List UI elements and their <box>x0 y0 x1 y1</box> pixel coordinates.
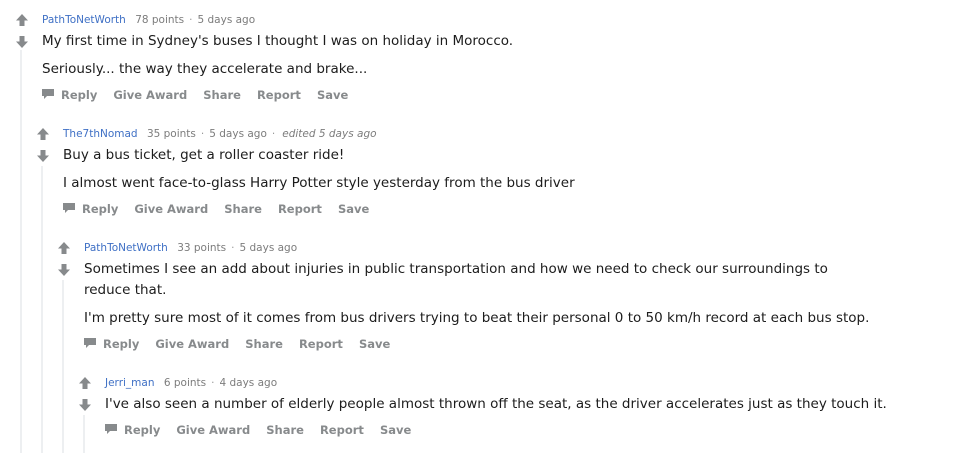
upvote-arrow-icon[interactable] <box>36 127 50 141</box>
give-award-button[interactable]: Give Award <box>113 87 187 103</box>
timestamp[interactable]: 4 days ago <box>219 377 277 389</box>
report-button[interactable]: Report <box>257 87 301 103</box>
report-button[interactable]: Report <box>278 201 322 217</box>
comment: The7thNomad 35 points · 5 days ago · edited … <box>33 127 933 227</box>
share-button[interactable]: Share <box>266 422 304 438</box>
upvote-arrow-icon[interactable] <box>78 376 92 390</box>
comment-paragraph: Seriously... the way they accelerate and… <box>42 61 368 77</box>
save-button[interactable]: Save <box>359 336 390 352</box>
share-button[interactable]: Share <box>224 201 262 217</box>
give-award-button[interactable]: Give Award <box>134 201 208 217</box>
save-button[interactable]: Save <box>317 87 348 103</box>
comment-icon <box>84 338 96 348</box>
points: 78 points <box>135 14 185 26</box>
comment-paragraph: I almost went face-to-glass Harry Potter… <box>63 175 575 191</box>
give-award-button[interactable]: Give Award <box>176 422 250 438</box>
comment-meta: PathToNetWorth 78 points · 5 days ago <box>42 13 255 27</box>
edited-label: edited 5 days ago <box>282 128 377 140</box>
comment-paragraph: My first time in Sydney's buses I though… <box>42 33 514 49</box>
comment: Jerri_man 6 points · 4 days ago I've also … <box>75 376 945 453</box>
comment-body: I've also seen a number of elderly peopl… <box>105 394 935 415</box>
upvote-arrow-icon[interactable] <box>15 13 29 27</box>
author-link[interactable]: PathToNetWorth <box>84 242 168 254</box>
separator-dot: · <box>231 242 235 254</box>
comment-meta: The7thNomad 35 points · 5 days ago · edited … <box>63 127 377 141</box>
upvote-arrow-icon[interactable] <box>57 241 71 255</box>
points: 33 points <box>177 242 227 254</box>
comment-actions: Reply Give Award Share Report Save <box>104 421 423 438</box>
comment-actions: Reply Give Award Share Report Save <box>83 335 402 352</box>
separator-dot: · <box>189 14 193 26</box>
comment-body: Buy a bus ticket, get a roller coaster r… <box>63 145 923 194</box>
comment-body: My first time in Sydney's buses I though… <box>42 31 922 80</box>
downvote-arrow-icon[interactable] <box>57 263 71 277</box>
save-button[interactable]: Save <box>338 201 369 217</box>
comment-actions: Reply Give Award Share Report Save <box>41 86 360 103</box>
comment-meta: Jerri_man 6 points · 4 days ago <box>105 376 277 390</box>
share-button[interactable]: Share <box>245 336 283 352</box>
give-award-button[interactable]: Give Award <box>155 336 229 352</box>
report-button[interactable]: Report <box>299 336 343 352</box>
comment-body: Sometimes I see an add about injuries in… <box>84 259 874 329</box>
reply-label: Reply <box>61 87 98 102</box>
comment-paragraph: I've also seen a number of elderly peopl… <box>105 396 887 412</box>
comment-icon <box>63 203 75 213</box>
save-button[interactable]: Save <box>380 422 411 438</box>
comment-icon <box>105 424 117 434</box>
report-button[interactable]: Report <box>320 422 364 438</box>
comment-meta: PathToNetWorth 33 points · 5 days ago <box>84 241 297 255</box>
points: 6 points <box>163 377 207 389</box>
author-link[interactable]: Jerri_man <box>105 377 155 389</box>
comment-paragraph: Sometimes I see an add about injuries in… <box>84 261 828 298</box>
reply-label: Reply <box>82 201 119 216</box>
separator-dot: · <box>211 377 215 389</box>
separator-dot: · <box>200 128 205 140</box>
comment-paragraph: Buy a bus ticket, get a roller coaster r… <box>63 147 345 163</box>
timestamp[interactable]: 5 days ago <box>239 242 297 254</box>
comment: PathToNetWorth 78 points · 5 days ago My f… <box>12 13 942 113</box>
reply-button[interactable]: Reply <box>83 336 139 352</box>
downvote-arrow-icon[interactable] <box>78 398 92 412</box>
reply-button[interactable]: Reply <box>62 201 118 217</box>
separator-dot: · <box>271 128 276 140</box>
timestamp[interactable]: 5 days ago <box>209 128 267 140</box>
timestamp[interactable]: 5 days ago <box>197 14 255 26</box>
comment-icon <box>42 89 54 99</box>
author-link[interactable]: PathToNetWorth <box>42 14 126 26</box>
comment: PathToNetWorth 33 points · 5 days ago Some… <box>54 241 934 356</box>
reply-label: Reply <box>124 422 161 437</box>
reply-label: Reply <box>103 336 140 351</box>
comment-actions: Reply Give Award Share Report Save <box>62 200 381 217</box>
share-button[interactable]: Share <box>203 87 241 103</box>
points: 35 points <box>146 128 196 140</box>
reply-button[interactable]: Reply <box>41 87 97 103</box>
downvote-arrow-icon[interactable] <box>15 35 29 49</box>
reply-button[interactable]: Reply <box>104 422 160 438</box>
author-link[interactable]: The7thNomad <box>63 128 138 140</box>
downvote-arrow-icon[interactable] <box>36 149 50 163</box>
comment-paragraph: I'm pretty sure most of it comes from bu… <box>84 310 870 326</box>
